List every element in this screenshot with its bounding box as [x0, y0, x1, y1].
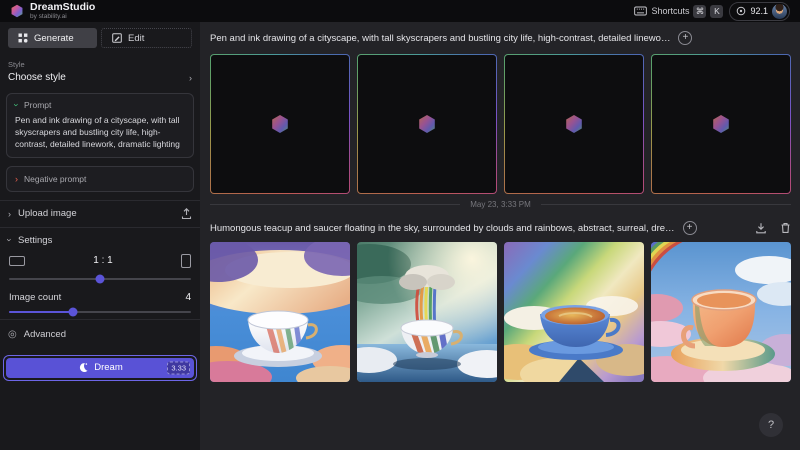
negative-prompt-label: Negative prompt — [24, 174, 86, 184]
generations-feed: Pen and ink drawing of a cityscape, with… — [200, 22, 800, 450]
timestamp-divider: May 23, 3:33 PM — [210, 194, 791, 214]
reuse-prompt-icon[interactable]: + — [683, 221, 697, 235]
image-count-slider[interactable] — [9, 311, 191, 313]
shortcuts-button[interactable]: Shortcuts ⌘ K — [634, 5, 723, 18]
coin-icon — [736, 6, 746, 16]
image-count-row: Image count 4 — [0, 286, 200, 303]
prompt-label: Prompt — [24, 100, 51, 110]
credits-pill[interactable]: 92.1 — [729, 2, 790, 21]
generated-image-teacup-2[interactable] — [357, 242, 497, 382]
generation-row-header: Pen and ink drawing of a cityscape, with… — [210, 22, 791, 54]
keyboard-icon — [634, 6, 647, 16]
generated-image-teacup-1[interactable] — [210, 242, 350, 382]
generated-image-teacup-4[interactable] — [651, 242, 791, 382]
top-bar: DreamStudio by stability.ai Shortcuts ⌘ … — [0, 0, 800, 22]
k-keycap: K — [710, 5, 723, 18]
chevron-right-icon: › — [8, 209, 11, 219]
app-logo-block[interactable]: DreamStudio by stability.ai — [10, 2, 95, 20]
credits-balance: 92.1 — [750, 6, 768, 16]
chevron-right-icon: › — [189, 73, 192, 83]
generation-row-header: Humongous teacup and saucer floating in … — [210, 214, 791, 242]
generate-grid-icon — [18, 33, 28, 43]
generation-prompt-text: Humongous teacup and saucer floating in … — [210, 223, 675, 234]
reuse-prompt-icon[interactable]: + — [678, 31, 692, 45]
app-title: DreamStudio — [30, 2, 95, 13]
shortcuts-label: Shortcuts — [651, 6, 689, 16]
download-row-button[interactable] — [755, 222, 767, 234]
tab-edit-label: Edit — [128, 33, 144, 44]
dreamstudio-hexagon-icon — [270, 114, 290, 134]
tab-edit[interactable]: Edit — [101, 28, 192, 48]
generated-image-teacup-3[interactable] — [504, 242, 644, 382]
upload-image-row[interactable]: › Upload image — [0, 201, 200, 227]
advanced-row[interactable]: ◎ Advanced — [0, 320, 200, 349]
generation-grid-pending — [210, 54, 791, 194]
help-button[interactable]: ? — [759, 413, 783, 437]
style-value: Choose style — [8, 72, 66, 83]
aspect-ratio-slider[interactable] — [9, 278, 191, 280]
app-subtitle: by stability.ai — [30, 14, 95, 21]
style-section[interactable]: Style Choose style › — [0, 56, 200, 91]
command-keycap: ⌘ — [693, 5, 706, 18]
pending-image-tile[interactable] — [357, 54, 497, 194]
negative-prompt-box[interactable]: › Negative prompt — [6, 166, 194, 192]
image-count-label: Image count — [9, 292, 61, 303]
settings-label: Settings — [18, 235, 52, 246]
sidebar: Generate Edit Style Choose style › › Pro… — [0, 22, 200, 450]
dream-button[interactable]: Dream 3.33 — [6, 358, 194, 378]
trash-icon — [780, 222, 791, 234]
edit-pencil-icon — [112, 33, 122, 43]
upload-image-label: Upload image — [18, 208, 77, 219]
prompt-box[interactable]: › Prompt Pen and ink drawing of a citysc… — [6, 93, 194, 158]
mode-tabs: Generate Edit — [8, 28, 192, 48]
generation-prompt-text: Pen and ink drawing of a cityscape, with… — [210, 33, 670, 44]
aspect-ratio-row: 1 : 1 — [0, 249, 200, 270]
chevron-down-icon[interactable]: › — [12, 104, 22, 107]
advanced-label: Advanced — [24, 329, 66, 340]
aspect-ratio-value: 1 : 1 — [93, 255, 112, 266]
aspect-slider-knob[interactable] — [96, 274, 105, 283]
settings-row[interactable]: › Settings — [0, 228, 200, 249]
upload-icon — [181, 208, 192, 220]
timestamp-text: May 23, 3:33 PM — [470, 200, 530, 209]
dream-moon-icon — [77, 362, 88, 373]
image-count-value: 4 — [185, 292, 191, 303]
tab-generate[interactable]: Generate — [8, 28, 97, 48]
chevron-down-icon: › — [5, 239, 15, 242]
dreamstudio-hexagon-icon — [564, 114, 584, 134]
delete-row-button[interactable] — [780, 222, 791, 234]
user-avatar[interactable] — [772, 4, 787, 19]
pending-image-tile[interactable] — [210, 54, 350, 194]
pending-image-tile[interactable] — [504, 54, 644, 194]
prompt-textarea[interactable]: Pen and ink drawing of a cityscape, with… — [15, 115, 185, 151]
landscape-ratio-icon[interactable] — [9, 256, 25, 266]
dream-button-label: Dream — [94, 362, 123, 373]
download-icon — [755, 222, 767, 234]
advanced-icon: ◎ — [8, 329, 17, 340]
dream-button-outline: Dream 3.33 — [3, 355, 197, 381]
dreamstudio-app: DreamStudio by stability.ai Shortcuts ⌘ … — [0, 0, 800, 450]
portrait-ratio-icon[interactable] — [181, 254, 191, 268]
chevron-right-icon[interactable]: › — [15, 174, 18, 184]
dream-cost-badge: 3.33 — [167, 361, 190, 374]
image-count-knob[interactable] — [68, 307, 77, 316]
dreamstudio-hexagon-icon — [417, 114, 437, 134]
generation-grid-teacups — [210, 242, 791, 382]
pending-image-tile[interactable] — [651, 54, 791, 194]
tab-generate-label: Generate — [34, 33, 74, 44]
dreamstudio-logo-icon — [10, 4, 24, 18]
style-label: Style — [8, 60, 192, 69]
dreamstudio-hexagon-icon — [711, 114, 731, 134]
